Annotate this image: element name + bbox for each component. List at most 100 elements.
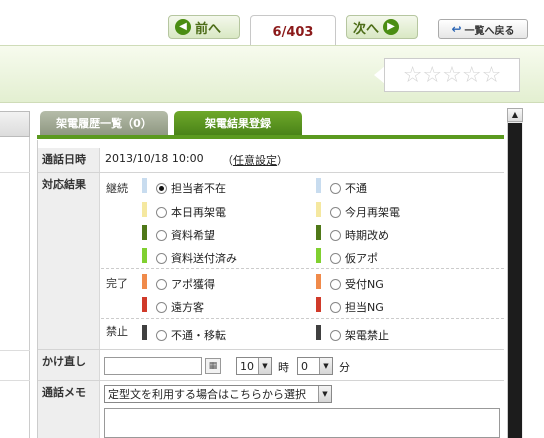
radio-button[interactable] [330, 206, 341, 218]
status-color-swatch [316, 225, 321, 240]
chevron-down-icon: ▼ [318, 386, 331, 402]
arrow-left-icon: ◀ [175, 19, 191, 35]
hour-unit: 時 [278, 361, 289, 374]
paren-close: ） [277, 154, 288, 167]
left-panel-header [0, 111, 30, 137]
left-divider [0, 380, 30, 381]
status-color-swatch [316, 325, 321, 340]
tab-call-result-entry[interactable]: 架電結果登録 [174, 111, 302, 135]
star-rating[interactable]: ☆☆☆☆☆ [384, 58, 520, 92]
prev-button[interactable]: ◀ 前へ [168, 15, 240, 39]
group-continue-label: 継続 [106, 182, 128, 195]
option-contact-ng[interactable]: 担当NG [330, 299, 384, 315]
radio-button[interactable] [330, 278, 341, 290]
status-color-swatch [142, 325, 147, 340]
callback-hour-select[interactable]: 10 ▼ [236, 357, 272, 375]
group-divider [101, 318, 504, 319]
radio-button[interactable] [156, 301, 167, 313]
chevron-down-icon: ▼ [258, 358, 271, 374]
radio-button[interactable] [330, 301, 341, 313]
minute-unit: 分 [339, 361, 350, 374]
memo-textarea[interactable] [104, 408, 500, 438]
option-label: 遠方客 [171, 301, 204, 314]
option-absent[interactable]: 担当者不在 [156, 180, 226, 196]
status-color-swatch [142, 178, 147, 193]
callback-minute-select[interactable]: 0 ▼ [297, 357, 333, 375]
option-label: 資料送付済み [171, 252, 237, 265]
tab-label: 架電履歴一覧（0） [56, 117, 152, 130]
option-no-answer[interactable]: 不通 [330, 180, 367, 196]
tab-label: 架電結果登録 [205, 117, 271, 130]
back-to-list-button[interactable]: ↩ 一覧へ戻る [438, 19, 528, 39]
radio-button[interactable] [156, 182, 167, 194]
callback-date-input[interactable] [104, 357, 202, 375]
status-color-swatch [142, 274, 147, 289]
radio-button[interactable] [330, 229, 341, 241]
status-color-swatch [142, 225, 147, 240]
custom-setting-link[interactable]: 任意設定 [233, 154, 277, 167]
option-wants-materials[interactable]: 資料希望 [156, 227, 215, 243]
next-button[interactable]: 次へ ▶ [346, 15, 418, 39]
option-recall-month[interactable]: 今月再架電 [330, 204, 400, 220]
memo-label: 通話メモ [38, 381, 100, 438]
option-label: アポ獲得 [171, 278, 215, 291]
option-label: 不通・移転 [171, 329, 226, 342]
option-label: 資料希望 [171, 229, 215, 242]
option-recall-today[interactable]: 本日再架電 [156, 204, 226, 220]
radio-button[interactable] [330, 252, 341, 264]
option-tentative-appt[interactable]: 仮アポ [330, 250, 378, 266]
status-color-swatch [316, 202, 321, 217]
tab-call-history[interactable]: 架電履歴一覧（0） [40, 111, 168, 135]
option-label: 今月再架電 [345, 206, 400, 219]
group-divider [101, 268, 504, 269]
calendar-icon[interactable]: ▦ [205, 358, 221, 374]
prev-label: 前へ [195, 21, 222, 37]
star-icons[interactable]: ☆☆☆☆☆ [403, 63, 502, 88]
radio-button[interactable] [156, 252, 167, 264]
option-do-not-call[interactable]: 架電禁止 [330, 327, 389, 343]
radio-button[interactable] [156, 229, 167, 241]
status-color-swatch [142, 248, 147, 263]
option-moved[interactable]: 不通・移転 [156, 327, 226, 343]
radio-button[interactable] [156, 206, 167, 218]
hour-value: 10 [240, 359, 254, 373]
option-distant[interactable]: 遠方客 [156, 299, 204, 315]
radio-button[interactable] [156, 329, 167, 341]
option-label: 担当NG [345, 301, 384, 314]
option-label: 不通 [345, 182, 367, 195]
option-reception-ng[interactable]: 受付NG [330, 276, 384, 292]
radio-button[interactable] [330, 182, 341, 194]
memo-template-select[interactable]: 定型文を利用する場合はこちらから選択 ▼ [104, 385, 332, 403]
next-label: 次へ [353, 21, 380, 37]
status-color-swatch [316, 274, 321, 289]
option-later-timing[interactable]: 時期改め [330, 227, 389, 243]
option-label: 担当者不在 [171, 182, 226, 195]
option-materials-sent[interactable]: 資料送付済み [156, 250, 237, 266]
status-color-swatch [316, 248, 321, 263]
status-color-swatch [316, 297, 321, 312]
radio-button[interactable] [330, 329, 341, 341]
left-panel [0, 137, 30, 438]
left-divider [0, 172, 30, 173]
scrollbar-thumb[interactable] [508, 123, 522, 438]
arrow-right-icon: ▶ [383, 19, 400, 35]
radio-button[interactable] [156, 278, 167, 290]
call-result-page: ◀ 前へ 6/403 次へ ▶ ↩ 一覧へ戻る ☆☆☆☆☆ 架電履歴一覧（0） … [0, 0, 544, 438]
row-divider [38, 380, 504, 381]
option-label: 時期改め [345, 229, 389, 242]
scroll-up-icon[interactable]: ▲ [507, 108, 523, 122]
status-color-swatch [142, 202, 147, 217]
option-appt-won[interactable]: アポ獲得 [156, 276, 215, 292]
return-arrow-icon: ↩ [451, 22, 462, 36]
callback-label: かけ直し [38, 350, 100, 380]
paren-open: （ [222, 154, 233, 167]
tab-underline [37, 135, 504, 139]
custom-setting-wrapper: （任意設定） [222, 152, 288, 168]
call-datetime-value: 2013/10/18 10:00 [105, 152, 204, 165]
back-label: 一覧へ戻る [464, 25, 515, 37]
option-label: 本日再架電 [171, 206, 226, 219]
minute-value: 0 [301, 359, 308, 373]
option-label: 架電禁止 [345, 329, 389, 342]
template-select-value: 定型文を利用する場合はこちらから選択 [108, 388, 306, 401]
option-label: 仮アポ [345, 252, 378, 265]
